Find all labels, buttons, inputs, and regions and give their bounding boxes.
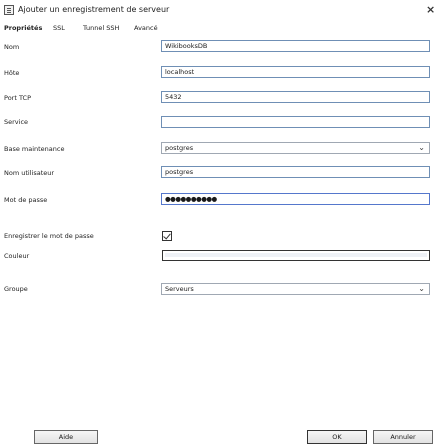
colour-picker[interactable] [162, 250, 430, 261]
ok-button[interactable]: OK [307, 430, 367, 444]
server-record-icon [4, 5, 14, 15]
cancel-button[interactable]: Annuler [373, 430, 433, 444]
tab-bar: Propriétés SSL Tunnel SSH Avancé [0, 22, 439, 34]
dialog-titlebar: Ajouter un enregistrement de serveur × [0, 0, 439, 18]
store-password-checkbox[interactable] [162, 231, 172, 241]
maintenance-db-label: Base maintenance [4, 145, 65, 153]
chevron-down-icon: ⌄ [418, 284, 425, 293]
tab-properties[interactable]: Propriétés [4, 22, 42, 34]
colour-label: Couleur [4, 252, 30, 260]
port-field[interactable]: 5432 [161, 91, 430, 103]
name-label: Nom [4, 43, 20, 51]
tab-advanced[interactable]: Avancé [134, 22, 158, 34]
port-label: Port TCP [4, 94, 31, 102]
group-label: Groupe [4, 285, 28, 293]
host-label: Hôte [4, 69, 20, 77]
group-select[interactable]: Serveurs ⌄ [161, 283, 430, 295]
chevron-down-icon: ⌄ [418, 143, 425, 152]
host-field[interactable]: localhost [161, 66, 430, 78]
password-field[interactable]: ●●●●●●●●●● [161, 193, 430, 205]
close-icon[interactable]: × [426, 3, 435, 16]
maintenance-db-value: postgres [165, 144, 194, 152]
maintenance-db-select[interactable]: postgres ⌄ [161, 142, 430, 154]
tab-ssl[interactable]: SSL [53, 22, 65, 34]
dialog-title: Ajouter un enregistrement de serveur [18, 5, 170, 14]
service-label: Service [4, 118, 29, 126]
service-field[interactable] [161, 116, 430, 128]
store-password-label: Enregistrer le mot de passe [4, 232, 94, 240]
group-value: Serveurs [165, 285, 194, 293]
tab-ssh-tunnel[interactable]: Tunnel SSH [83, 22, 119, 34]
help-button[interactable]: Aide [34, 430, 98, 444]
password-label: Mot de passe [4, 196, 48, 204]
username-label: Nom utilisateur [4, 169, 55, 177]
username-field[interactable]: postgres [161, 166, 430, 178]
name-field[interactable]: WikibooksDB [161, 40, 430, 52]
